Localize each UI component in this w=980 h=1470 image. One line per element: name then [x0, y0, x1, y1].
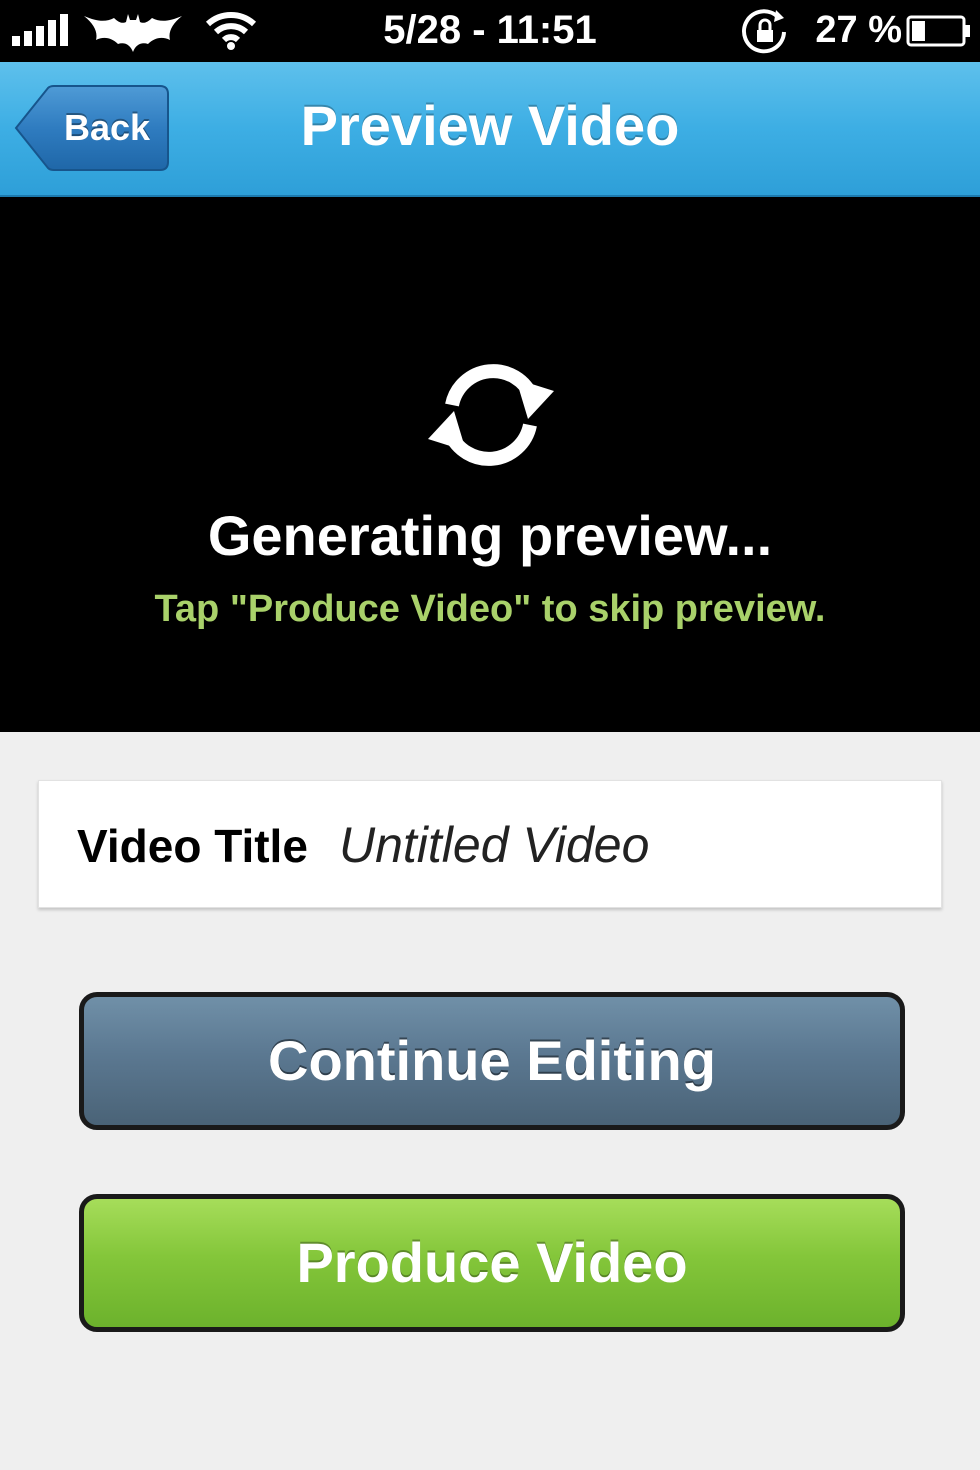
rotation-lock-icon: [742, 9, 786, 54]
skip-preview-hint: Tap "Produce Video" to skip preview.: [154, 588, 826, 630]
continue-editing-button[interactable]: Continue Editing: [79, 992, 905, 1130]
back-button[interactable]: Back: [14, 84, 170, 172]
battery-icon: [906, 15, 970, 47]
nav-bar: Back Preview Video: [0, 62, 980, 197]
status-bar: 5/28 - 11:51 27 %: [0, 0, 980, 62]
battery-percent: 27 %: [815, 9, 902, 51]
preview-status: Generating preview...: [207, 504, 773, 567]
video-title-card: Video Title: [38, 780, 942, 908]
battery-fill: [912, 21, 925, 41]
back-button-label: Back: [63, 107, 151, 148]
video-title-label: Video Title: [77, 820, 308, 872]
video-title-input[interactable]: [339, 803, 899, 887]
produce-video-button[interactable]: Produce Video: [79, 1194, 905, 1332]
page-title: Preview Video: [300, 94, 680, 157]
video-preview[interactable]: Generating preview... Tap "Produce Video…: [0, 197, 980, 732]
refresh-icon: [428, 364, 554, 466]
